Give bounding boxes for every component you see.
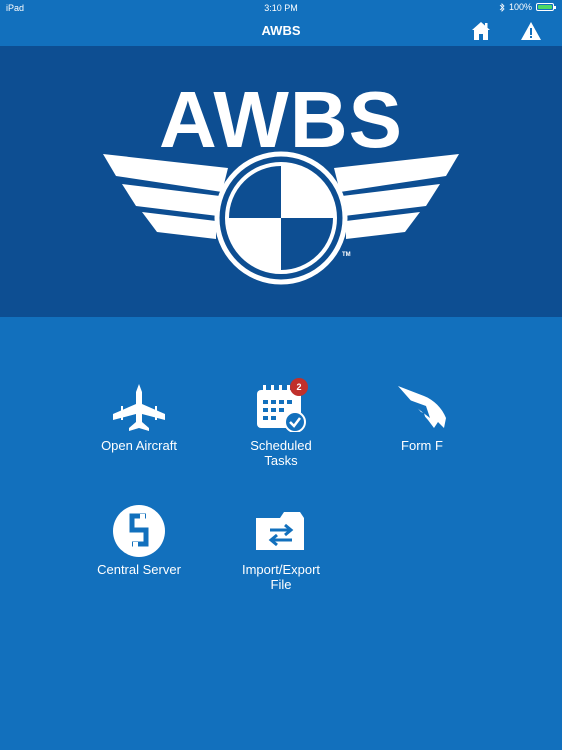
wing-icon (398, 386, 446, 428)
warning-icon (521, 22, 541, 40)
alert-button[interactable] (520, 20, 544, 42)
logo-banner: AWBS TM (0, 46, 562, 317)
form-f-button[interactable]: Form F (352, 378, 492, 453)
form-f-label: Form F (401, 438, 443, 453)
folder-transfer-icon (256, 512, 304, 550)
battery-percent: 100% (508, 2, 532, 12)
scheduled-tasks-button[interactable]: 2 Scheduled Tasks (211, 378, 351, 468)
wings-logo-icon (103, 151, 459, 285)
status-right: 100% (499, 2, 556, 12)
central-server-label: Central Server (97, 562, 181, 577)
import-export-button[interactable]: Import/Export File (211, 502, 351, 592)
nav-bar: AWBS (0, 16, 562, 46)
battery-icon (536, 3, 556, 11)
jet-icon (113, 384, 165, 431)
open-aircraft-button[interactable]: Open Aircraft (69, 378, 209, 453)
status-time: 3:10 PM (264, 3, 298, 13)
central-server-button[interactable]: Central Server (69, 502, 209, 577)
open-aircraft-label: Open Aircraft (101, 438, 177, 453)
bluetooth-icon (499, 2, 505, 12)
scheduled-tasks-label: Scheduled Tasks (250, 438, 312, 468)
home-button[interactable] (470, 20, 494, 42)
home-icon (472, 22, 490, 40)
server-s-icon (113, 505, 165, 557)
trademark-symbol: TM (342, 252, 351, 258)
tasks-count-badge: 2 (290, 378, 308, 396)
import-export-label: Import/Export File (241, 562, 321, 592)
status-bar: iPad 3:10 PM 100% (0, 0, 562, 16)
